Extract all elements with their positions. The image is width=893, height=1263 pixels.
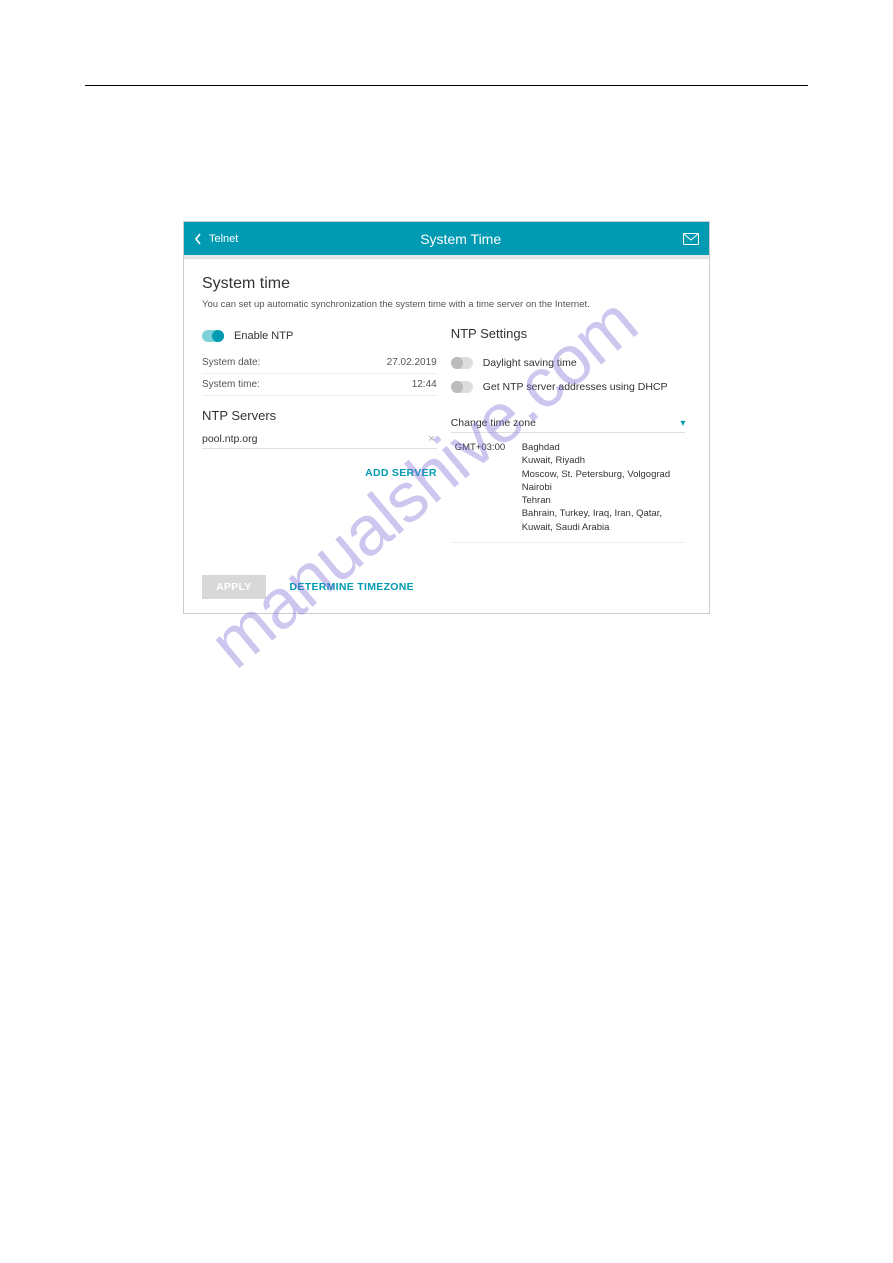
chevron-left-icon bbox=[194, 233, 203, 245]
tz-city-line: Bahrain, Turkey, Iraq, Iran, Qatar, Kuwa… bbox=[522, 507, 682, 534]
tz-city-line: Baghdad bbox=[522, 441, 682, 454]
tz-city-line: Tehran bbox=[522, 494, 682, 507]
left-column: Enable NTP System date: 27.02.2019 Syste… bbox=[202, 326, 437, 543]
back-label: Telnet bbox=[209, 233, 238, 245]
timezone-cities[interactable]: Baghdad Kuwait, Riyadh Moscow, St. Peter… bbox=[522, 441, 682, 534]
apply-button[interactable]: APPLY bbox=[202, 575, 266, 599]
system-date-value: 27.02.2019 bbox=[387, 357, 437, 368]
add-server-button[interactable]: ADD SERVER bbox=[202, 467, 437, 479]
titlebar-title: System Time bbox=[420, 231, 501, 247]
system-time-value: 12:44 bbox=[412, 379, 437, 390]
titlebar: Telnet System Time bbox=[184, 222, 709, 255]
content-area: System time You can set up automatic syn… bbox=[184, 258, 709, 613]
back-link[interactable]: Telnet bbox=[194, 233, 238, 245]
system-time-row: System time: 12:44 bbox=[202, 374, 437, 396]
dst-label: Daylight saving time bbox=[483, 357, 577, 369]
section-heading: System time bbox=[202, 275, 691, 293]
two-column-layout: Enable NTP System date: 27.02.2019 Syste… bbox=[202, 326, 691, 543]
system-time-label: System time: bbox=[202, 379, 260, 390]
timezone-dropdown-panel: GMT+03:00 Baghdad Kuwait, Riyadh Moscow,… bbox=[451, 433, 686, 543]
caret-down-icon: ▾ bbox=[680, 418, 685, 429]
determine-timezone-button[interactable]: DETERMINE TIMEZONE bbox=[276, 575, 428, 599]
system-date-label: System date: bbox=[202, 357, 260, 368]
system-date-row: System date: 27.02.2019 bbox=[202, 352, 437, 374]
timezone-offset: GMT+03:00 bbox=[455, 441, 510, 534]
enable-ntp-label: Enable NTP bbox=[234, 330, 293, 342]
ntp-settings-heading: NTP Settings bbox=[451, 326, 686, 341]
footer-actions: APPLY DETERMINE TIMEZONE bbox=[202, 575, 691, 599]
dst-row: Daylight saving time bbox=[451, 351, 686, 375]
tz-city-line: Moscow, St. Petersburg, Volgograd bbox=[522, 468, 682, 481]
dst-toggle[interactable] bbox=[451, 357, 473, 369]
change-timezone-select[interactable]: Change time zone ▾ bbox=[451, 399, 686, 433]
dhcp-toggle[interactable] bbox=[451, 381, 473, 393]
page-top-rule bbox=[85, 85, 808, 86]
mail-button[interactable] bbox=[683, 233, 699, 245]
dhcp-label: Get NTP server addresses using DHCP bbox=[483, 381, 668, 393]
change-timezone-label: Change time zone bbox=[451, 417, 536, 429]
dhcp-row: Get NTP server addresses using DHCP bbox=[451, 375, 686, 399]
clear-server-icon[interactable]: × bbox=[426, 433, 436, 445]
section-description: You can set up automatic synchronization… bbox=[202, 299, 691, 310]
system-time-panel: Telnet System Time System time You can s… bbox=[183, 221, 710, 614]
ntp-server-input-row: pool.ntp.org × bbox=[202, 429, 437, 449]
ntp-server-input[interactable]: pool.ntp.org bbox=[202, 433, 257, 445]
right-column: NTP Settings Daylight saving time Get NT… bbox=[451, 326, 686, 543]
ntp-servers-heading: NTP Servers bbox=[202, 408, 437, 423]
enable-ntp-toggle[interactable] bbox=[202, 330, 224, 342]
enable-ntp-row: Enable NTP bbox=[202, 326, 437, 352]
mail-icon bbox=[683, 233, 699, 245]
tz-city-line: Kuwait, Riyadh bbox=[522, 454, 682, 467]
tz-city-line: Nairobi bbox=[522, 481, 682, 494]
